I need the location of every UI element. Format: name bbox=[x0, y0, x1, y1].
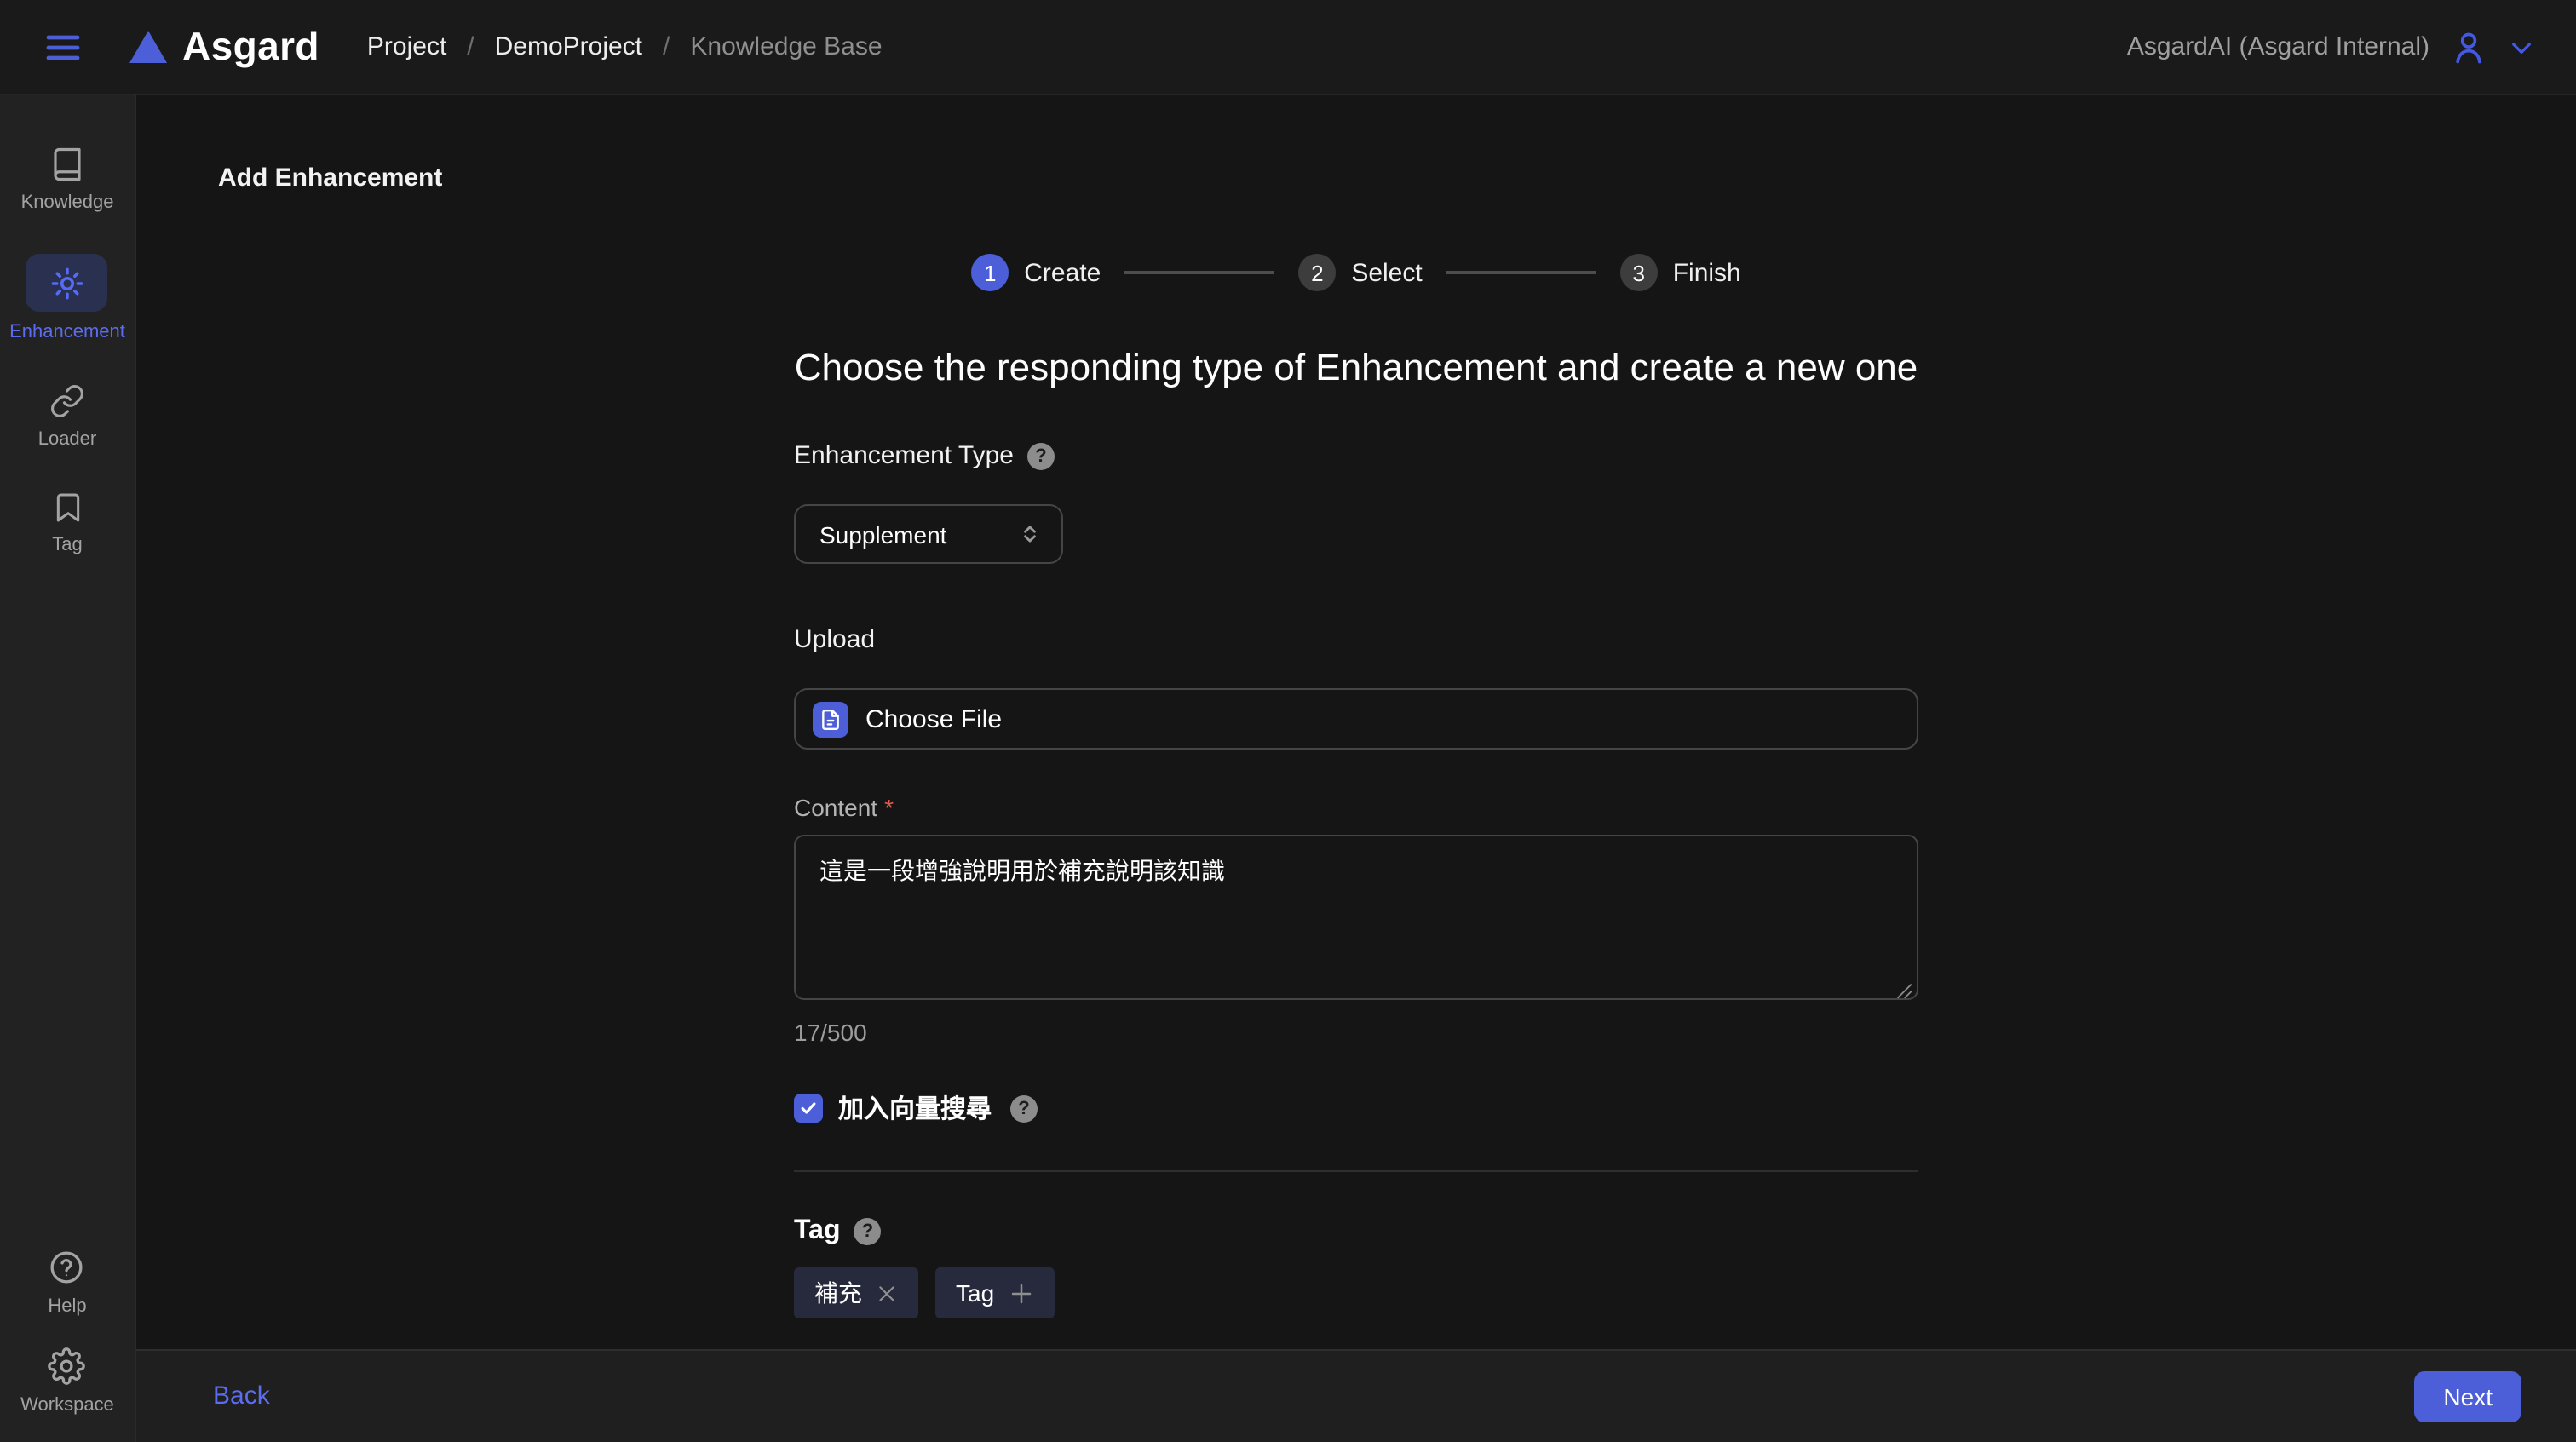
add-tag-label: Tag bbox=[956, 1279, 994, 1307]
step-number-badge: 3 bbox=[1620, 254, 1658, 291]
active-item-highlight bbox=[26, 254, 108, 312]
check-icon bbox=[799, 1099, 818, 1117]
tag-chip-label: 補充 bbox=[814, 1276, 862, 1310]
required-asterisk: * bbox=[884, 794, 894, 821]
sidebar-item-label: Tag bbox=[52, 535, 83, 555]
breadcrumb-separator: / bbox=[663, 32, 670, 61]
content-textarea-wrap: 這是一段增強說明用於補充說明該知識 bbox=[794, 835, 1918, 1008]
step-label: Create bbox=[1024, 258, 1101, 287]
enhancement-type-label: Enhancement Type bbox=[794, 441, 1014, 470]
user-account-label: AsgardAI (Asgard Internal) bbox=[2127, 32, 2429, 61]
back-button[interactable]: Back bbox=[213, 1382, 270, 1410]
form-heading: Choose the responding type of Enhancemen… bbox=[794, 346, 1918, 390]
sun-icon bbox=[49, 265, 85, 301]
sidebar-item-help[interactable]: Help bbox=[48, 1248, 86, 1316]
section-divider bbox=[794, 1170, 1918, 1172]
gear-icon bbox=[49, 1347, 86, 1384]
choose-file-label: Choose File bbox=[865, 704, 1002, 733]
main-content: Add Enhancement 1 Create 2 Select bbox=[136, 95, 2576, 1348]
help-icon[interactable]: ? bbox=[854, 1218, 882, 1245]
sidebar-item-workspace[interactable]: Workspace bbox=[20, 1347, 114, 1415]
step-connector bbox=[1446, 272, 1596, 274]
tag-label: Tag bbox=[794, 1216, 841, 1247]
step-select: 2 Select bbox=[1298, 254, 1422, 291]
selected-value: Supplement bbox=[819, 520, 946, 548]
menu-icon[interactable] bbox=[41, 25, 85, 69]
step-finish: 3 Finish bbox=[1620, 254, 1741, 291]
step-create: 1 Create bbox=[971, 254, 1101, 291]
char-counter: 17/500 bbox=[794, 1019, 1918, 1046]
content-label-row: Content * bbox=[794, 794, 1918, 821]
top-navbar: Asgard Project / DemoProject / Knowledge… bbox=[0, 0, 2576, 95]
sidebar-item-tag[interactable]: Tag bbox=[50, 491, 84, 555]
sidebar-item-enhancement[interactable]: Enhancement bbox=[9, 254, 125, 342]
upload-label: Upload bbox=[794, 625, 1918, 654]
sidebar-item-knowledge[interactable]: Knowledge bbox=[21, 146, 114, 213]
sidebar-item-label: Loader bbox=[38, 429, 97, 450]
help-icon[interactable]: ? bbox=[1010, 1094, 1038, 1122]
sidebar-item-label: Knowledge bbox=[21, 192, 114, 213]
navbar-left: Asgard Project / DemoProject / Knowledge… bbox=[41, 24, 2127, 70]
chevron-down-icon[interactable] bbox=[2508, 33, 2535, 60]
user-menu[interactable]: AsgardAI (Asgard Internal) bbox=[2127, 28, 2535, 66]
asgard-logo[interactable]: Asgard bbox=[129, 24, 319, 70]
breadcrumb-knowledge-base: Knowledge Base bbox=[690, 32, 882, 61]
enhancement-type-label-row: Enhancement Type ? bbox=[794, 441, 1918, 470]
tag-label-row: Tag ? bbox=[794, 1216, 1918, 1247]
step-label: Select bbox=[1351, 258, 1422, 287]
sidebar-item-label: Workspace bbox=[20, 1394, 114, 1415]
enhancement-type-select[interactable]: Supplement bbox=[794, 504, 1063, 564]
tag-chip[interactable]: 補充 bbox=[794, 1267, 918, 1318]
step-number-badge: 1 bbox=[971, 254, 1009, 291]
add-tag-plus-icon bbox=[1008, 1280, 1033, 1306]
link-icon bbox=[49, 383, 85, 419]
triangle-logo-icon bbox=[129, 31, 167, 63]
step-label: Finish bbox=[1673, 258, 1741, 287]
vector-search-label: 加入向量搜尋 bbox=[838, 1090, 992, 1126]
breadcrumb-project[interactable]: Project bbox=[367, 32, 446, 61]
help-icon[interactable]: ? bbox=[1027, 442, 1055, 469]
breadcrumb-demoproject[interactable]: DemoProject bbox=[495, 32, 642, 61]
content-textarea[interactable]: 這是一段增強說明用於補充說明該知識 bbox=[794, 835, 1918, 1000]
remove-tag-icon[interactable] bbox=[876, 1282, 898, 1304]
sidebar-item-loader[interactable]: Loader bbox=[38, 383, 97, 450]
wizard-stepper: 1 Create 2 Select 3 Finish bbox=[794, 254, 1918, 291]
breadcrumb-separator: / bbox=[467, 32, 474, 61]
add-tag-chip[interactable]: Tag bbox=[935, 1267, 1054, 1318]
unfold-chevrons-icon bbox=[1019, 523, 1041, 545]
step-number-badge: 2 bbox=[1298, 254, 1336, 291]
choose-file-button[interactable]: Choose File bbox=[794, 688, 1918, 750]
vector-search-checkbox[interactable] bbox=[794, 1094, 823, 1123]
book-icon bbox=[49, 146, 85, 182]
page-title: Add Enhancement bbox=[218, 164, 2576, 192]
bookmark-icon bbox=[50, 491, 84, 525]
sidebar-item-label: Enhancement bbox=[9, 322, 125, 342]
help-circle-icon bbox=[49, 1248, 86, 1285]
enhancement-form: 1 Create 2 Select 3 Finish bbox=[794, 254, 1918, 1318]
vector-search-row: 加入向量搜尋 ? bbox=[794, 1090, 1918, 1126]
sidebar-bottom-group: Help Workspace bbox=[20, 1248, 114, 1415]
step-connector bbox=[1124, 272, 1274, 274]
wizard-footer: Back Next bbox=[136, 1348, 2576, 1442]
user-icon bbox=[2450, 28, 2487, 66]
brand-name: Asgard bbox=[182, 24, 319, 70]
next-button[interactable]: Next bbox=[2414, 1370, 2521, 1422]
file-icon bbox=[813, 701, 848, 737]
app-window: Asgard Project / DemoProject / Knowledge… bbox=[0, 0, 2576, 1442]
left-sidebar: Knowledge Enhancement bbox=[0, 95, 136, 1442]
breadcrumb: Project / DemoProject / Knowledge Base bbox=[367, 32, 883, 61]
sidebar-item-label: Help bbox=[48, 1296, 86, 1316]
tag-chips: 補充 Tag bbox=[794, 1267, 1918, 1318]
content-label: Content bbox=[794, 794, 877, 821]
